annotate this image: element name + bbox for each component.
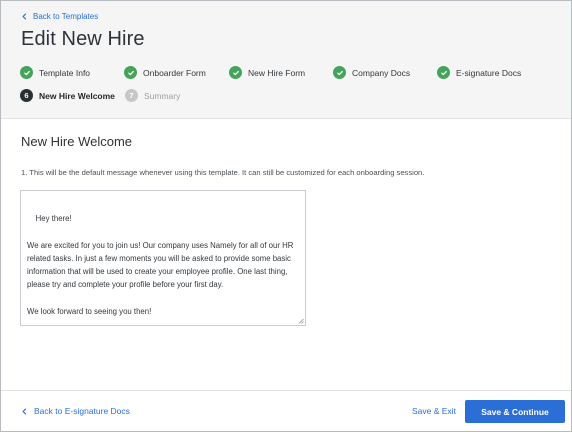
save-and-continue-button[interactable]: Save & Continue <box>465 400 565 423</box>
step-new-hire-form[interactable]: New Hire Form <box>229 66 305 79</box>
step-new-hire-welcome[interactable]: 6 New Hire Welcome <box>20 89 115 102</box>
save-and-exit-button[interactable]: Save & Exit <box>412 406 456 416</box>
step-summary[interactable]: 7 Summary <box>125 89 180 102</box>
page-title: Edit New Hire <box>21 28 145 50</box>
welcome-message-text: Hey there! We are excited for you to joi… <box>27 214 294 316</box>
section-title: New Hire Welcome <box>21 134 133 149</box>
chevron-left-icon <box>22 407 27 415</box>
step-e-signature-docs[interactable]: E-signature Docs <box>437 66 521 79</box>
step-number-badge: 6 <box>20 89 33 102</box>
back-to-templates-link[interactable]: Back to Templates <box>21 12 98 21</box>
instruction-text: 1. This will be the default message when… <box>21 168 425 177</box>
check-icon <box>229 66 242 79</box>
step-company-docs[interactable]: Company Docs <box>333 66 410 79</box>
back-to-e-signature-docs-link[interactable]: Back to E-signature Docs <box>21 406 130 416</box>
back-to-templates-label: Back to Templates <box>33 12 99 21</box>
step-label: Template Info <box>39 67 91 78</box>
step-label: New Hire Form <box>248 67 306 78</box>
back-to-e-signature-docs-label: Back to E-signature Docs <box>34 406 130 416</box>
page-footer: Back to E-signature Docs Save & Exit Sav… <box>1 390 571 431</box>
app-window: Back to Templates Edit New Hire Template… <box>0 0 572 432</box>
resize-handle-icon[interactable] <box>298 318 304 324</box>
step-label: Onboarder Form <box>143 67 206 78</box>
check-icon <box>333 66 346 79</box>
step-label: New Hire Welcome <box>39 90 115 101</box>
step-label: E-signature Docs <box>456 67 522 78</box>
check-icon <box>20 66 33 79</box>
step-label: Summary <box>144 90 181 101</box>
check-icon <box>124 66 137 79</box>
step-number-badge: 7 <box>125 89 138 102</box>
check-icon <box>437 66 450 79</box>
welcome-message-textarea[interactable]: Hey there! We are excited for you to joi… <box>20 190 306 326</box>
step-label: Company Docs <box>352 67 411 78</box>
page-header: Back to Templates Edit New Hire Template… <box>1 1 571 119</box>
step-template-info[interactable]: Template Info <box>20 66 90 79</box>
step-onboarder-form[interactable]: Onboarder Form <box>124 66 206 79</box>
chevron-left-icon <box>22 13 27 20</box>
